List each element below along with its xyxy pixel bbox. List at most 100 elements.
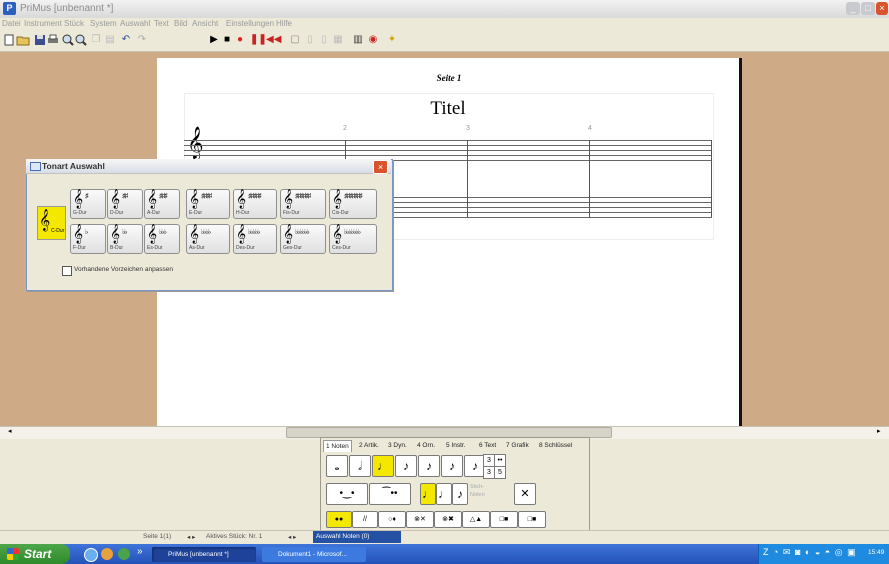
task-word-document[interactable]: Dokument1 - Microsof...: [262, 547, 366, 562]
tab-grafik[interactable]: 7 Grafik: [506, 440, 529, 451]
treble-clef-icon: 𝄞: [332, 189, 343, 209]
undo-icon[interactable]: ↶: [120, 34, 132, 46]
menu-system[interactable]: System: [90, 19, 117, 28]
eighth-note-button[interactable]: ♪: [395, 455, 417, 477]
view-split-icon[interactable]: ▯: [318, 34, 330, 46]
treble-clef-icon: 𝄞: [39, 209, 51, 231]
new-doc-icon[interactable]: [3, 34, 15, 46]
pause-icon[interactable]: ❚❚: [250, 34, 267, 46]
sixteenth-note-button[interactable]: ♪: [418, 455, 440, 477]
menu-auswahl[interactable]: Auswahl: [120, 19, 150, 28]
copy-icon[interactable]: ❐: [90, 34, 102, 46]
tab-text[interactable]: 6 Text: [479, 440, 496, 451]
paste-icon[interactable]: ▤: [104, 34, 116, 46]
key-button-g-dur[interactable]: 𝄞 ♯ G-Dur: [70, 189, 106, 219]
tie-button[interactable]: •‿•: [326, 483, 368, 505]
key-button-es-dur[interactable]: 𝄞 ♭♭♭ Es-Dur: [144, 224, 180, 254]
tab-orn[interactable]: 4 Orn.: [417, 440, 435, 451]
triangle-notehead-button[interactable]: △▲: [462, 511, 490, 528]
redo-icon[interactable]: ↷: [136, 34, 148, 46]
keyboard-icon[interactable]: ▥: [352, 34, 364, 46]
menu-datei[interactable]: Datei: [2, 19, 21, 28]
menu-ansicht[interactable]: Ansicht: [192, 19, 218, 28]
slur-button[interactable]: ⁀••: [369, 483, 411, 505]
metronome-icon[interactable]: ◉: [367, 34, 379, 46]
score-title[interactable]: Titel: [184, 98, 712, 120]
stem-button[interactable]: //: [352, 511, 378, 528]
tab-noten[interactable]: 1 Noten: [323, 440, 352, 452]
menu-bild[interactable]: Bild: [174, 19, 187, 28]
zoom-out-icon[interactable]: [75, 34, 87, 46]
minimize-button[interactable]: _: [846, 2, 860, 15]
x-notehead-filled-button[interactable]: ⊗✖: [434, 511, 462, 528]
play-icon[interactable]: ▶: [208, 34, 220, 46]
normal-note-button[interactable]: ♩: [420, 483, 436, 505]
adjust-accidentals-checkbox[interactable]: [62, 266, 72, 276]
menu-text[interactable]: Text: [154, 19, 169, 28]
eraser-icon[interactable]: ✕: [514, 483, 536, 505]
quicklaunch-more-icon[interactable]: »: [137, 546, 143, 557]
wizard-icon[interactable]: ✦: [386, 34, 398, 46]
quarter-note-button[interactable]: ♩: [372, 455, 394, 477]
task-primus[interactable]: PriMus [unbenannt *]: [152, 547, 256, 562]
close-button[interactable]: ×: [876, 2, 888, 15]
whole-note-button[interactable]: 𝅝: [326, 455, 348, 477]
key-button-ges-dur[interactable]: 𝄞 ♭♭♭♭♭♭ Ges-Dur: [280, 224, 326, 254]
scroll-left-icon[interactable]: ◂: [8, 427, 12, 435]
record-icon[interactable]: ●: [234, 34, 246, 46]
rewind-icon[interactable]: ◀◀: [266, 34, 281, 46]
view-grid-icon[interactable]: ▦: [332, 34, 344, 46]
zoom-in-icon[interactable]: [62, 34, 74, 46]
tab-dyn[interactable]: 3 Dyn.: [388, 440, 407, 451]
windows-logo-icon: [7, 548, 19, 560]
cue-note-button[interactable]: ♪: [452, 483, 468, 505]
key-button-f-dur[interactable]: 𝄞 ♭ F-Dur: [70, 224, 106, 254]
key-button-b-dur[interactable]: 𝄞 ♭♭ B-Dur: [107, 224, 143, 254]
grace-note-button[interactable]: ♩: [436, 483, 452, 505]
menu-stueck[interactable]: Stück: [64, 19, 84, 28]
key-label: H-Dur: [236, 210, 250, 216]
quicklaunch-media-icon[interactable]: [101, 548, 113, 560]
key-button-d-dur[interactable]: 𝄞 ♯♯ D-Dur: [107, 189, 143, 219]
key-button-cis-dur[interactable]: 𝄞 ♯♯♯♯♯♯♯ Cis-Dur: [329, 189, 377, 219]
notehead-button[interactable]: ●●: [326, 511, 352, 528]
dialog-close-button[interactable]: ×: [373, 160, 388, 174]
key-button-as-dur[interactable]: 𝄞 ♭♭♭♭ As-Dur: [186, 224, 230, 254]
maximize-button[interactable]: □: [861, 2, 875, 15]
x-notehead-button[interactable]: ⊗✕: [406, 511, 434, 528]
quicklaunch-app-icon[interactable]: [118, 548, 130, 560]
key-button-des-dur[interactable]: 𝄞 ♭♭♭♭♭ Des-Dur: [233, 224, 277, 254]
save-icon[interactable]: [34, 34, 46, 46]
treble-clef-icon: 𝄞: [110, 224, 121, 244]
tray-clock: 15:49: [868, 549, 885, 556]
tab-instr[interactable]: 5 Instr.: [446, 440, 466, 451]
open-folder-icon[interactable]: [16, 34, 30, 46]
tab-schluessel[interactable]: 8 Schlüssel: [539, 440, 572, 451]
piece-prev-next-icon[interactable]: ◂ ▸: [288, 533, 296, 541]
menu-einstellungen[interactable]: Einstellungen: [226, 19, 274, 28]
view-page-icon[interactable]: ▢: [289, 34, 301, 46]
thirtysecond-note-button[interactable]: ♪: [441, 455, 463, 477]
view-single-icon[interactable]: ▯: [304, 34, 316, 46]
key-button-e-dur[interactable]: 𝄞 ♯♯♯♯ E-Dur: [186, 189, 230, 219]
key-button-c-dur[interactable]: 𝄞 C-Dur: [37, 206, 66, 240]
stop-icon[interactable]: ■: [221, 34, 233, 46]
menu-instrument[interactable]: Instrument: [24, 19, 62, 28]
quintuplet-button[interactable]: 5: [494, 466, 506, 479]
key-button-a-dur[interactable]: 𝄞 ♯♯♯ A-Dur: [144, 189, 180, 219]
quicklaunch-browser-icon[interactable]: [84, 548, 98, 562]
menu-hilfe[interactable]: Hilfe: [276, 19, 292, 28]
key-button-h-dur[interactable]: 𝄞 ♯♯♯♯♯ H-Dur: [233, 189, 277, 219]
notehead-shape-button[interactable]: ○♦: [378, 511, 406, 528]
page-prev-next-icon[interactable]: ◂ ▸: [187, 533, 195, 541]
key-button-fis-dur[interactable]: 𝄞 ♯♯♯♯♯♯ Fis-Dur: [280, 189, 326, 219]
print-icon[interactable]: [47, 34, 59, 46]
tray-icons[interactable]: Z ◔ ✉ ◙ ◐ ◒ ◓ ◎ ▣: [763, 547, 857, 558]
square-notehead-button[interactable]: □■: [490, 511, 518, 528]
key-button-ces-dur[interactable]: 𝄞 ♭♭♭♭♭♭♭ Ces-Dur: [329, 224, 377, 254]
tab-artik[interactable]: 2 Artik.: [359, 440, 379, 451]
half-note-button[interactable]: 𝅗𝅥: [349, 455, 371, 477]
scroll-right-icon[interactable]: ▸: [877, 427, 881, 435]
key-label: As-Dur: [189, 245, 205, 251]
square-notehead-filled-button[interactable]: □■: [518, 511, 546, 528]
